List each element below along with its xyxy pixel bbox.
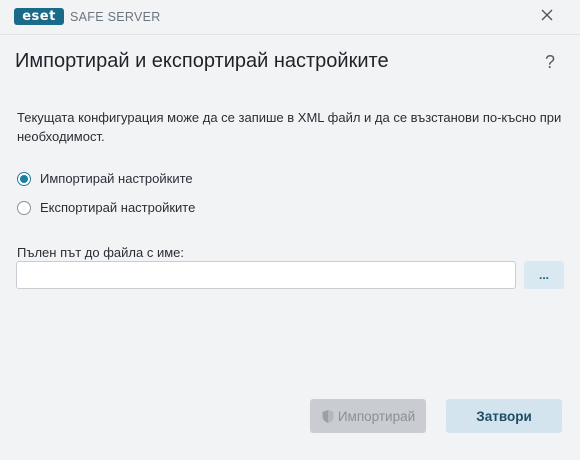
import-option-label: Импортирай настройките xyxy=(40,171,193,186)
radio-export-icon[interactable] xyxy=(17,200,31,215)
shield-icon xyxy=(321,409,335,424)
import-button-label: Импортирай xyxy=(337,408,416,424)
import-button[interactable]: Импортирай xyxy=(310,399,426,433)
radio-import-selected-icon[interactable] xyxy=(17,171,31,186)
file-path-input[interactable] xyxy=(16,261,516,289)
description-text: Текущата конфигурация може да се запише … xyxy=(17,110,562,144)
close-window-button[interactable] xyxy=(536,6,558,28)
close-button[interactable]: Затвори xyxy=(446,399,562,433)
logo-badge: eset xyxy=(14,8,64,25)
logo-text: eset xyxy=(22,9,56,24)
title-divider xyxy=(0,34,580,35)
title-bar: eset SAFE SERVER xyxy=(0,0,580,34)
product-name: SAFE SERVER xyxy=(70,9,161,24)
browse-button[interactable]: ... xyxy=(524,261,564,289)
export-settings-option[interactable]: Експортирай настройките xyxy=(17,200,195,215)
close-icon xyxy=(541,8,553,26)
file-path-label: Пълен път до файла с име: xyxy=(17,245,185,260)
page-title: Импортирай и експортирай настройките xyxy=(15,50,389,72)
help-icon[interactable]: ? xyxy=(545,52,555,73)
export-option-label: Експортирай настройките xyxy=(40,200,196,215)
import-settings-option[interactable]: Импортирай настройките xyxy=(17,171,193,186)
eset-logo: eset SAFE SERVER xyxy=(14,8,161,25)
